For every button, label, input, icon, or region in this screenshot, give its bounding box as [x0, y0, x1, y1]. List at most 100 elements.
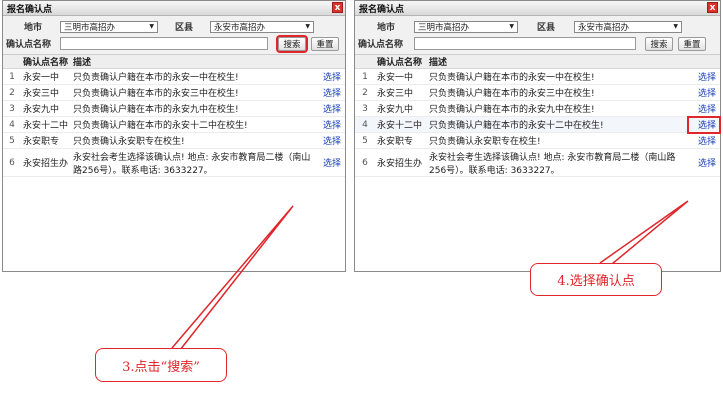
district-select-value: 永安市高招办 [214, 22, 266, 33]
district-select[interactable]: 永安市高招办 ▼ [210, 20, 314, 33]
row-index: 5 [3, 132, 21, 149]
select-link[interactable]: 选择 [313, 100, 345, 117]
select-link[interactable]: 选择 [313, 148, 345, 177]
row-name: 永安招生办 [375, 148, 427, 177]
dialog-titlebar: 报名确认点 x [3, 1, 345, 16]
col-name-header: 确认点名称 [21, 55, 71, 69]
confirm-point-dialog-left: 报名确认点 x 地市 三明市高招办 ▼ 区县 永安市高招办 ▼ 确认点名称 搜索… [2, 0, 346, 272]
district-label: 区县 [174, 23, 193, 33]
reset-button[interactable]: 重置 [678, 36, 706, 51]
table-header: 确认点名称 描述 [3, 55, 345, 69]
point-name-input[interactable] [414, 37, 636, 50]
col-index [355, 55, 375, 69]
row-name: 永安职专 [375, 132, 427, 149]
row-index: 5 [355, 132, 375, 149]
select-link[interactable]: 选择 [688, 84, 720, 101]
city-label: 地市 [376, 23, 395, 33]
select-link[interactable]: 选择 [313, 68, 345, 85]
row-name: 永安一中 [21, 68, 71, 85]
col-action-header [313, 55, 345, 69]
col-desc-header: 描述 [71, 55, 313, 69]
table-row: 2 永安三中 只负责确认户籍在本市的永安三中在校生! 选择 [3, 84, 345, 101]
table-row: 2 永安三中 只负责确认户籍在本市的永安三中在校生! 选择 [355, 84, 720, 101]
select-link[interactable]: 选择 [313, 132, 345, 149]
row-desc: 永安社会考生选择该确认点! 地点: 永安市教育局二楼（南山路256号）。联系电话… [71, 148, 313, 177]
row-index: 2 [3, 84, 21, 101]
col-desc-header: 描述 [427, 55, 688, 69]
table-row: 3 永安九中 只负责确认户籍在本市的永安九中在校生! 选择 [3, 100, 345, 117]
col-action-header [688, 55, 720, 69]
select-link[interactable]: 选择 [688, 132, 720, 149]
select-link[interactable]: 选择 [687, 115, 721, 134]
results-table: 确认点名称 描述 1 永安一中 只负责确认户籍在本市的永安一中在校生! 选择 2 永安三… [355, 55, 721, 177]
dialog-title: 报名确认点 [359, 5, 405, 15]
row-name: 永安九中 [375, 100, 427, 117]
point-name-label: 确认点名称 [6, 40, 52, 50]
table-header: 确认点名称 描述 [355, 55, 720, 69]
city-select-value: 三明市高招办 [64, 22, 116, 33]
table-row: 4 永安十二中 只负责确认户籍在本市的永安十二中在校生! 选择 [355, 115, 721, 134]
row-index: 1 [355, 68, 375, 85]
city-select[interactable]: 三明市高招办 ▼ [60, 20, 158, 33]
search-button[interactable]: 搜索 [645, 36, 673, 51]
reset-button[interactable]: 重置 [311, 36, 339, 51]
table-row: 5 永安职专 只负责确认永安职专在校生! 选择 [355, 132, 720, 149]
row-index: 4 [355, 116, 375, 133]
row-index: 4 [3, 116, 21, 133]
row-desc: 只负责确认永安职专在校生! [427, 132, 688, 149]
results-table: 确认点名称 描述 1 永安一中 只负责确认户籍在本市的永安一中在校生! 选择 2 永安三… [3, 55, 345, 177]
table-row: 5 永安职专 只负责确认永安职专在校生! 选择 [3, 132, 345, 149]
row-desc: 只负责确认户籍在本市的永安九中在校生! [71, 100, 313, 117]
table-row: 6 永安招生办 永安社会考生选择该确认点! 地点: 永安市教育局二楼（南山路256号… [355, 148, 720, 177]
row-name: 永安十二中 [21, 116, 71, 133]
confirm-point-dialog-right: 报名确认点 x 地市 三明市高招办 ▼ 区县 永安市高招办 ▼ 确认点名称 搜索… [354, 0, 721, 272]
row-desc: 只负责确认户籍在本市的永安九中在校生! [427, 100, 688, 117]
chevron-down-icon: ▼ [509, 23, 514, 30]
city-label: 地市 [23, 23, 42, 33]
filter-form: 地市 三明市高招办 ▼ 区县 永安市高招办 ▼ 确认点名称 搜索 重置 [3, 16, 345, 55]
table-row: 3 永安九中 只负责确认户籍在本市的永安九中在校生! 选择 [355, 100, 720, 117]
row-name: 永安招生办 [21, 148, 71, 177]
row-index: 3 [3, 100, 21, 117]
close-icon[interactable]: x [707, 2, 718, 13]
select-link[interactable]: 选择 [313, 116, 345, 133]
row-name: 永安三中 [21, 84, 71, 101]
row-desc: 永安社会考生选择该确认点! 地点: 永安市教育局二楼（南山路256号）。联系电话… [427, 148, 688, 177]
row-index: 6 [3, 148, 21, 177]
callout-step-3: 3.点击“搜索” [95, 348, 227, 382]
district-select-value: 永安市高招办 [578, 22, 630, 33]
point-name-label: 确认点名称 [358, 40, 404, 50]
district-select[interactable]: 永安市高招办 ▼ [574, 20, 682, 33]
table-row: 1 永安一中 只负责确认户籍在本市的永安一中在校生! 选择 [355, 68, 720, 85]
close-icon[interactable]: x [332, 2, 343, 13]
row-desc: 只负责确认永安职专在校生! [71, 132, 313, 149]
select-link[interactable]: 选择 [688, 148, 720, 177]
chevron-down-icon: ▼ [305, 23, 310, 30]
row-desc: 只负责确认户籍在本市的永安十二中在校生! [71, 116, 313, 133]
row-desc: 只负责确认户籍在本市的永安一中在校生! [71, 68, 313, 85]
search-button[interactable]: 搜索 [276, 34, 308, 53]
city-select-value: 三明市高招办 [418, 22, 470, 33]
row-desc: 只负责确认户籍在本市的永安三中在校生! [71, 84, 313, 101]
row-index: 1 [3, 68, 21, 85]
chevron-down-icon: ▼ [673, 23, 678, 30]
select-link[interactable]: 选择 [313, 84, 345, 101]
city-select[interactable]: 三明市高招办 ▼ [414, 20, 518, 33]
select-link[interactable]: 选择 [688, 100, 720, 117]
row-name: 永安十二中 [375, 116, 427, 133]
table-row: 6 永安招生办 永安社会考生选择该确认点! 地点: 永安市教育局二楼（南山路256号… [3, 148, 345, 177]
district-label: 区县 [536, 23, 555, 33]
row-index: 3 [355, 100, 375, 117]
row-index: 6 [355, 148, 375, 177]
table-row: 1 永安一中 只负责确认户籍在本市的永安一中在校生! 选择 [3, 68, 345, 85]
point-name-input[interactable] [60, 37, 268, 50]
col-index [3, 55, 21, 69]
row-name: 永安三中 [375, 84, 427, 101]
row-desc: 只负责确认户籍在本市的永安三中在校生! [427, 84, 688, 101]
select-link[interactable]: 选择 [688, 68, 720, 85]
dialog-title: 报名确认点 [7, 5, 53, 15]
row-desc: 只负责确认户籍在本市的永安一中在校生! [427, 68, 688, 85]
row-name: 永安一中 [375, 68, 427, 85]
col-name-header: 确认点名称 [375, 55, 427, 69]
row-name: 永安九中 [21, 100, 71, 117]
